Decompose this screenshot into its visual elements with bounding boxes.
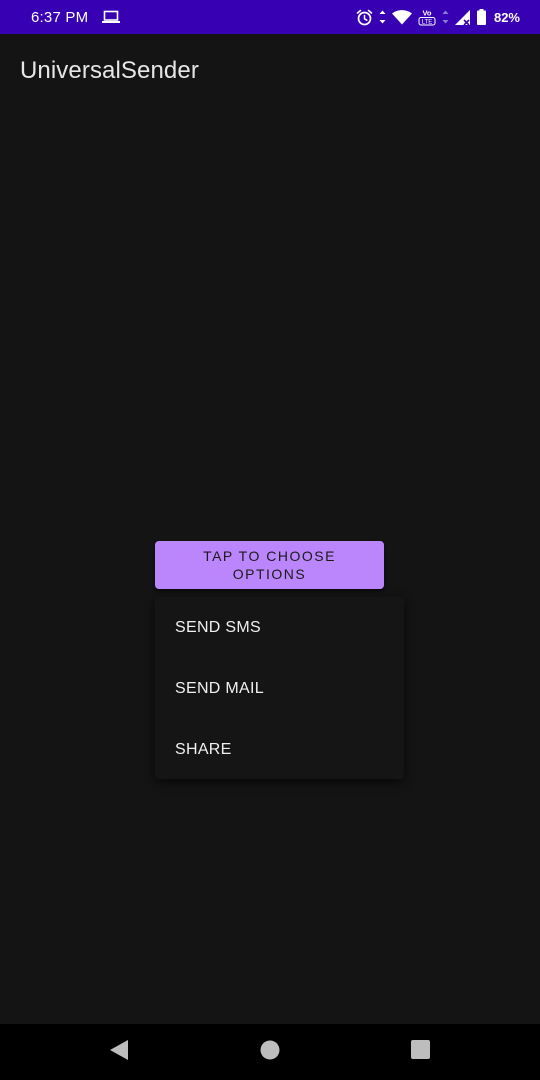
menu-item-send-sms[interactable]: SEND SMS	[155, 597, 404, 658]
app-bar: UniversalSender	[0, 34, 540, 108]
status-time: 6:37 PM	[31, 8, 89, 26]
screen: 6:37 PM Vo LTE 82% UniversalSender TAP T…	[0, 0, 540, 1080]
home-icon	[260, 1040, 280, 1065]
status-bar: 6:37 PM Vo LTE 82%	[0, 0, 540, 34]
svg-text:Vo: Vo	[422, 9, 431, 18]
status-icons: Vo LTE 82%	[356, 8, 520, 26]
laptop-icon	[102, 10, 121, 24]
recents-button[interactable]	[385, 1024, 455, 1080]
data-arrows-icon	[379, 10, 386, 24]
navigation-bar	[0, 1024, 540, 1080]
signal-icon	[454, 9, 471, 25]
battery-icon	[476, 9, 486, 25]
wifi-icon	[391, 9, 412, 25]
alarm-icon	[356, 9, 373, 26]
options-popup-menu: SEND SMS SEND MAIL SHARE	[155, 597, 404, 779]
back-button[interactable]	[84, 1024, 154, 1080]
menu-item-send-mail[interactable]: SEND MAIL	[155, 658, 404, 719]
menu-item-share[interactable]: SHARE	[155, 719, 404, 780]
svg-text:LTE: LTE	[422, 20, 433, 26]
home-button[interactable]	[235, 1024, 305, 1080]
battery-percent: 82%	[493, 9, 520, 25]
volte-icon: Vo LTE	[418, 8, 436, 26]
data-arrows-icon-2	[442, 10, 449, 24]
recents-icon	[410, 1040, 430, 1064]
choose-options-button[interactable]: TAP TO CHOOSE OPTIONS	[155, 541, 384, 589]
app-title: UniversalSender	[20, 57, 199, 84]
back-icon	[109, 1039, 129, 1066]
